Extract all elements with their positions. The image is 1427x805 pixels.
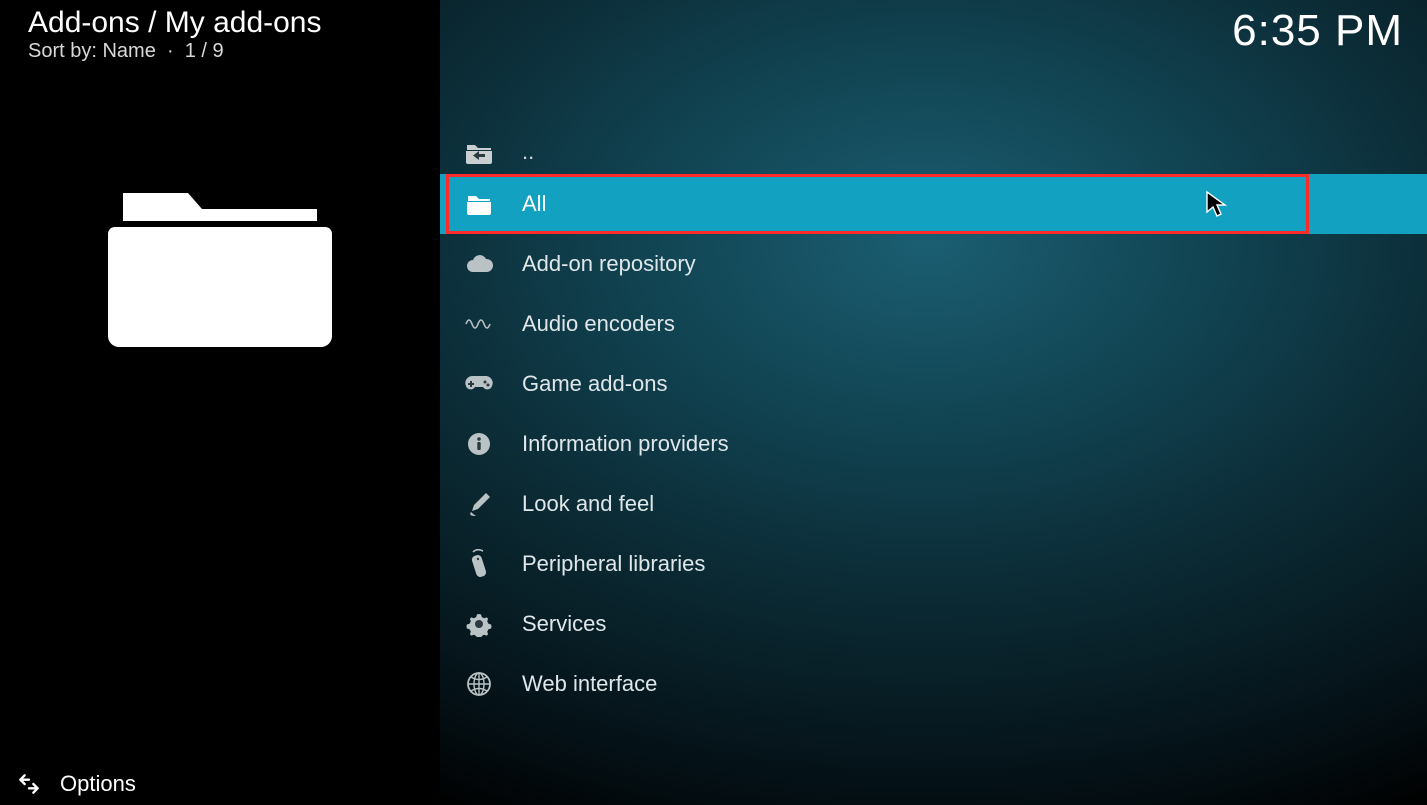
list-item-label: Information providers [522, 431, 729, 457]
list-item-services[interactable]: Services [440, 594, 1427, 654]
list-item-label: Add-on repository [522, 251, 696, 277]
paint-icon [466, 491, 492, 517]
globe-icon [466, 671, 492, 697]
parent-dir-item[interactable]: .. [440, 130, 1427, 174]
list-item-label: Services [522, 611, 606, 637]
list-position: 1 / 9 [185, 40, 224, 62]
list-item-label: Audio encoders [522, 311, 675, 337]
options-label: Options [60, 771, 136, 797]
list-item-addon-repository[interactable]: Add-on repository [440, 234, 1427, 294]
list-item-label: Web interface [522, 671, 657, 697]
options-icon [16, 771, 42, 797]
addon-category-list: .. All [440, 130, 1427, 714]
folder-icon [466, 193, 492, 215]
list-item-look-and-feel[interactable]: Look and feel [440, 474, 1427, 534]
clock: 6:35 PM [1232, 6, 1403, 56]
parent-dir-label: .. [522, 139, 534, 165]
gear-icon [466, 611, 492, 637]
list-item-game-addons[interactable]: Game add-ons [440, 354, 1427, 414]
sort-row: Sort by: Name · 1 / 9 [0, 40, 440, 63]
list-item-label: All [522, 191, 546, 217]
cloud-icon [465, 254, 493, 274]
list-item-web-interface[interactable]: Web interface [440, 654, 1427, 714]
info-icon [467, 432, 491, 456]
folder-large-icon [105, 163, 335, 353]
mouse-cursor-icon [1205, 190, 1227, 218]
list-item-information-providers[interactable]: Information providers [440, 414, 1427, 474]
right-panel: 6:35 PM .. [440, 0, 1427, 805]
waveform-icon [465, 316, 493, 332]
highlight-box [446, 174, 1309, 234]
list-item-audio-encoders[interactable]: Audio encoders [440, 294, 1427, 354]
remote-icon [469, 549, 489, 579]
options-button[interactable]: Options [0, 763, 440, 805]
list-item-label: Look and feel [522, 491, 654, 517]
list-item-peripheral-libraries[interactable]: Peripheral libraries [440, 534, 1427, 594]
breadcrumb: Add-ons / My add-ons [0, 0, 440, 40]
gamepad-icon [464, 374, 494, 394]
selected-item-thumbnail [0, 163, 440, 353]
left-panel: Add-ons / My add-ons Sort by: Name · 1 /… [0, 0, 440, 805]
list-item-label: Game add-ons [522, 371, 668, 397]
list-item-all[interactable]: All [440, 174, 1427, 234]
sort-label: Sort by: Name [28, 40, 156, 62]
parent-folder-icon [465, 140, 493, 164]
list-item-label: Peripheral libraries [522, 551, 705, 577]
